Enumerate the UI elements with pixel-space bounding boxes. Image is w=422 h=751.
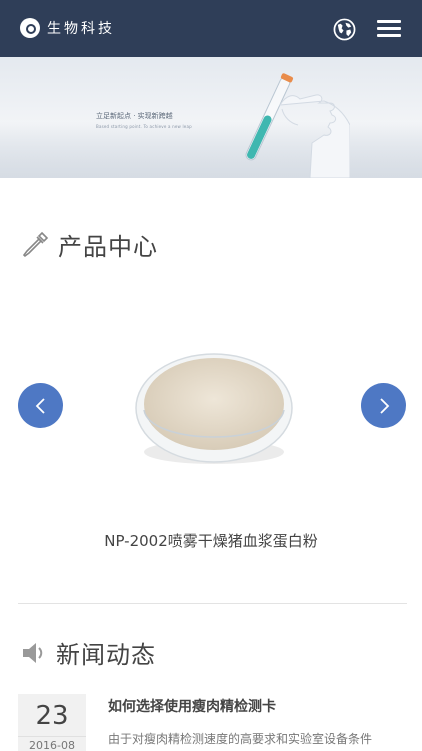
news-date-day: 23 bbox=[35, 701, 69, 731]
chevron-left-icon bbox=[35, 397, 45, 414]
banner-caption: 立足新起点 · 实现新跨越 bbox=[96, 112, 173, 120]
products-title: 产品中心 bbox=[58, 233, 158, 261]
hero-banner[interactable]: 立足新起点 · 实现新跨越 Based starting point. To a… bbox=[0, 57, 422, 178]
banner-subcaption: Based starting point. To achieve a new l… bbox=[96, 124, 192, 129]
news-heading: 新闻动态 bbox=[20, 635, 156, 670]
news-date-year-month: 2016-08 bbox=[18, 736, 86, 751]
section-divider bbox=[18, 603, 407, 604]
speaker-icon bbox=[23, 642, 43, 663]
banner-floor bbox=[0, 121, 422, 178]
news-item-summary: 由于对瘦肉精检测速度的高要求和实验室设备条件 bbox=[108, 732, 373, 746]
product-image[interactable] bbox=[130, 340, 294, 472]
products-heading: 产品中心 bbox=[20, 227, 158, 262]
logo-icon bbox=[20, 18, 40, 38]
brand-name: 生物科技 bbox=[47, 21, 115, 37]
brand-logo[interactable]: 生物科技 bbox=[20, 18, 115, 38]
next-product-button[interactable] bbox=[361, 383, 406, 428]
dropper-icon bbox=[22, 231, 49, 257]
news-title: 新闻动态 bbox=[56, 641, 156, 669]
top-header: 生物科技 bbox=[0, 0, 422, 57]
hamburger-menu-icon[interactable] bbox=[377, 20, 401, 38]
prev-product-button[interactable] bbox=[18, 383, 63, 428]
news-item-title[interactable]: 如何选择使用瘦肉精检测卡 bbox=[108, 696, 276, 716]
product-name[interactable]: NP-2002喷雾干燥猪血浆蛋白粉 bbox=[0, 530, 422, 551]
news-date: 23 2016-08 bbox=[18, 694, 86, 751]
globe-icon[interactable] bbox=[333, 18, 356, 41]
glove-test-tube-image bbox=[245, 73, 350, 178]
chevron-right-icon bbox=[379, 397, 389, 414]
